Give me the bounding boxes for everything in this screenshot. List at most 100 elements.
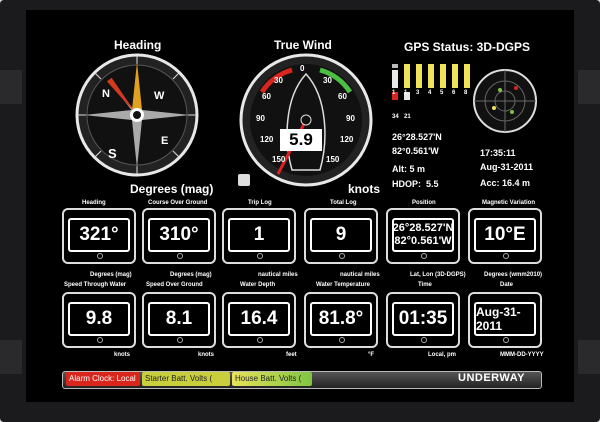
water-temp-box-value: 81.8° [310,302,372,336]
wind-scale-120-right: 120 [340,135,354,144]
cog-box: 310° [142,208,216,264]
depth-box-value: 16.4 [228,302,290,336]
mag-var-box-value: 10°E [474,218,536,252]
water-temp-box-title: Water Temperature [316,282,371,288]
sog-box: 8.1 [142,292,216,348]
wind-speed-value: 5.9 [289,130,313,149]
total-log-box-unit: nautical miles [340,272,380,278]
gps-latitude: 26°28.527'N [392,132,442,142]
compass-card-e: E [161,135,169,147]
cog-box-indicator [177,253,183,259]
sat-id-2: 1 [404,90,408,96]
wind-scale-60-right: 60 [338,92,347,101]
wind-gauge-title: True Wind [274,38,332,52]
total-log-box-value: 9 [310,218,372,252]
total-log-box-indicator [339,253,345,259]
sat-id-8: 34 [392,114,399,120]
house-battery-indicator[interactable]: House Batt. Volts ( [232,372,312,386]
cog-box-value: 310° [148,218,210,252]
satellite-signal-bars [392,64,470,100]
wind-scale-90-left: 90 [256,114,265,123]
compass-card-n: N [102,88,110,100]
wind-toggle-checkbox[interactable] [238,174,250,186]
stw-box-unit: knots [114,352,131,358]
trip-log-box: 1 [222,208,296,264]
gps-accuracy: Acc: 16.4 m [480,178,531,188]
mount-bracket-left [0,70,22,104]
display-screen: Heading N E S W Degrees (mag) True Wind [26,10,574,402]
stw-box-title: Speed Through Water [64,282,127,288]
alarm-clock-indicator[interactable]: Alarm Clock: Local [66,372,140,386]
time-box: 01:35 [386,292,460,348]
mount-bracket-right [578,70,600,104]
sog-box-value: 8.1 [148,302,210,336]
position-box-lon: 82°0.561'W [394,235,452,247]
satellite-sky-plot [473,69,537,133]
depth-box-indicator [257,337,263,343]
gps-time: 17:35:11 [480,148,516,158]
stw-box-indicator [97,337,103,343]
heading-gauge-unit: Degrees (mag) [130,182,214,196]
sat-id-5: 5 [440,90,444,96]
position-box-title: Position [412,200,436,206]
mag-var-box-title: Magnetic Variation [482,200,536,206]
sat-id-7: 8 [464,90,468,96]
wind-scale-30-right: 30 [323,76,332,85]
sat-id-6: 6 [452,90,456,96]
gps-hdop-value: 5.5 [426,179,439,189]
sog-box-title: Speed Over Ground [146,282,203,288]
position-box: 26°28.527'N 82°0.561'W [386,208,460,264]
mag-var-box-indicator [503,253,509,259]
date-box-title: Date [500,282,514,288]
position-box-lat: 26°28.527'N [392,222,454,234]
heading-box-indicator [97,253,103,259]
heading-compass-gauge [75,53,199,177]
gps-altitude: Alt: 5 m [392,164,426,174]
stw-box-value: 9.8 [68,302,130,336]
cog-box-unit: Degrees (mag) [170,272,212,278]
date-box-value: Aug-31-2011 [474,302,536,336]
date-box-unit: MMM-DD-YYYY [500,352,544,358]
time-box-value: 01:35 [392,302,454,336]
depth-box: 16.4 [222,292,296,348]
time-box-title: Time [418,282,432,288]
position-box-indicator [421,253,427,259]
compass-card-s: S [108,146,117,161]
wind-scale-60-left: 60 [262,92,271,101]
sat-id-9: 21 [404,114,411,120]
gps-status-title: GPS Status: 3D-DGPS [404,40,531,54]
total-log-box-title: Total Log [330,200,357,206]
starter-battery-indicator[interactable]: Starter Batt. Volts ( [142,372,230,386]
cog-box-title: Course Over Ground [148,200,208,206]
wind-scale-0: 0 [300,64,305,73]
wind-scale-150-right: 150 [326,155,340,164]
mag-var-box: 10°E [468,208,542,264]
compass-card-w: W [154,90,165,102]
trip-log-box-value: 1 [228,218,290,252]
wind-scale-150-left: 150 [272,155,286,164]
wind-scale-90-right: 90 [346,114,355,123]
sog-box-indicator [177,337,183,343]
total-log-box: 9 [304,208,378,264]
water-temp-box-unit: °F [368,352,375,358]
mode-status-label: UNDERWAY [458,372,525,384]
position-box-value: 26°28.527'N 82°0.561'W [392,218,454,252]
sat-id-3: 3 [416,90,420,96]
depth-box-unit: feet [286,352,297,358]
trip-log-box-indicator [257,253,263,259]
heading-gauge-title: Heading [114,38,162,52]
position-box-unit: Lat, Lon (3D-DGPS) [410,272,466,278]
heading-box-value: 321° [68,218,130,252]
time-box-unit: Local, pm [428,352,457,358]
wind-speed-readout: 5.9 [280,129,322,151]
mag-var-box-unit: Degrees (wmm2010) [484,272,543,278]
water-temp-box-indicator [339,337,345,343]
monitor-bezel: Heading N E S W Degrees (mag) True Wind [0,0,600,422]
time-box-indicator [421,337,427,343]
mount-bracket-right-lower [578,340,600,374]
heading-box-title: Heading [82,200,106,206]
depth-box-title: Water Depth [240,282,276,288]
wind-scale-30-left: 30 [274,76,283,85]
date-box-indicator [503,337,509,343]
trip-log-box-unit: nautical miles [258,272,298,278]
